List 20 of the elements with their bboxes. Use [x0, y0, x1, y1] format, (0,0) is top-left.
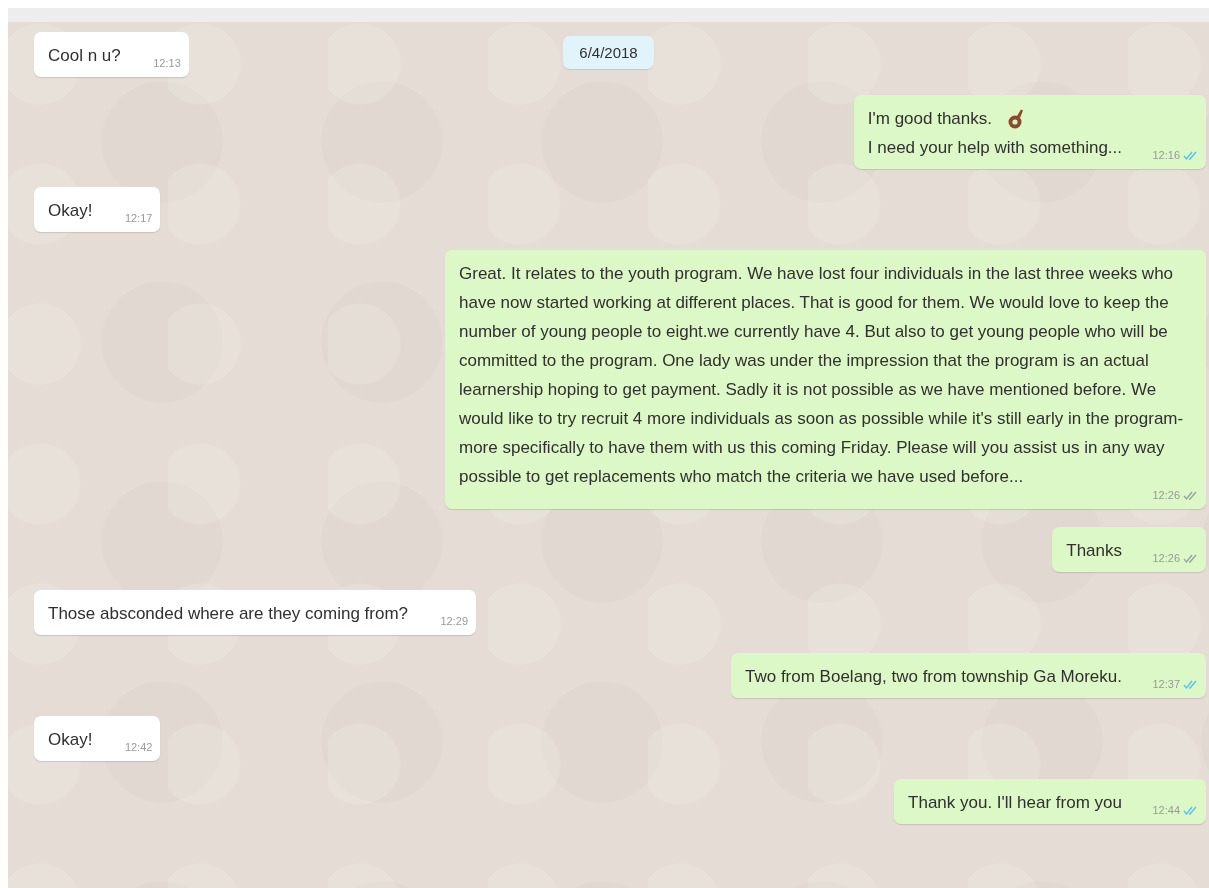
message-text: Two from Boelang, two from township Ga Moreku. — [745, 667, 1122, 686]
message-time: 12:26 — [1152, 488, 1180, 502]
message-time: 12:26 — [1152, 551, 1180, 565]
message-text: Cool n u? — [48, 46, 121, 65]
message-text: Great. It relates to the youth program. We have lost four individuals in the last three weeks who have now started working at different places. That is good for them. We would love to keep the number of young people to eight.we currently have 4. But also to get young people who will be committed to the program. One lady was under the impression that the program is an actual learnership hoping to get payment. Sadly it is not possible as we have mentioned before. We would like to try recruit 4 more individuals as soon as possible while it's still early in the program- more specifically to have them with us this coming Friday. Please will you assist us in any way possible to get replacements who match the criteria we have used before... — [459, 264, 1184, 486]
message-time: 12:37 — [1152, 677, 1180, 691]
message-text: Thank you. I'll hear from you — [908, 793, 1122, 812]
message-text: Okay! — [48, 730, 93, 749]
message-time: 12:42 — [124, 740, 153, 754]
date-chip: 6/4/2018 — [563, 36, 654, 69]
message-time: 12:44 — [1152, 803, 1180, 817]
message-text: Thanks — [1066, 541, 1122, 560]
message-time: 12:17 — [124, 211, 153, 225]
message-text: Okay! — [48, 201, 93, 220]
message-text: Those absconded where are they coming from? — [48, 604, 409, 623]
message-text: I need your help with something... — [867, 138, 1122, 157]
message-time: 12:16 — [1152, 148, 1180, 162]
message-time: 12:13 — [153, 56, 181, 70]
message-text: I'm good thanks. — [867, 108, 992, 130]
message-time: 12:29 — [440, 614, 469, 628]
